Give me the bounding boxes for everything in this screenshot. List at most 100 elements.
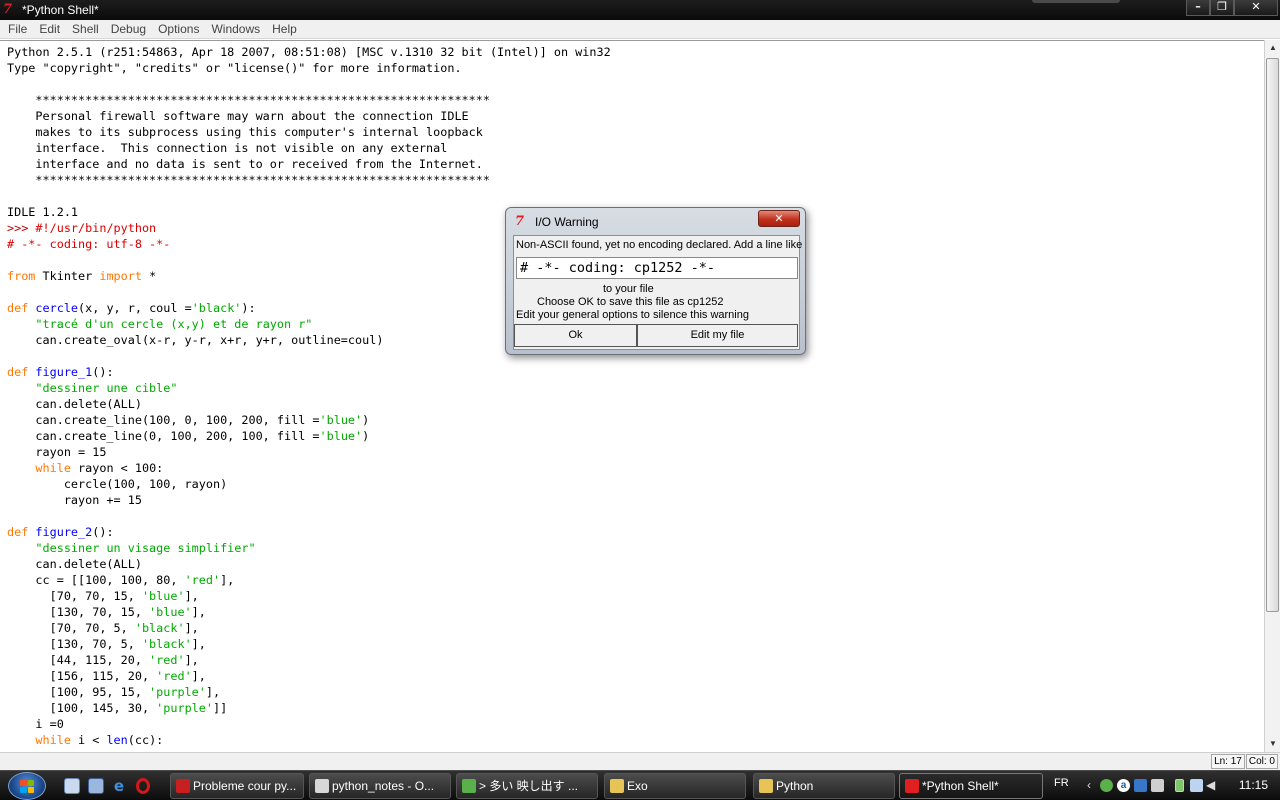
menu-help[interactable]: Help <box>266 20 303 39</box>
shell-line: "dessiner une cible" <box>7 380 611 396</box>
code-token: ], <box>205 685 221 699</box>
code-token: ) <box>362 413 370 427</box>
code-token: ****************************************… <box>7 93 490 107</box>
messenger-tray-icon[interactable] <box>1100 779 1113 792</box>
code-token: Personal firewall software may warn abou… <box>7 109 469 123</box>
shell-line: Type "copyright", "credits" or "license(… <box>7 60 611 76</box>
shell-output: Python 2.5.1 (r251:54863, Apr 18 2007, 0… <box>7 44 611 748</box>
battery-icon[interactable] <box>1175 779 1184 792</box>
code-token: 'black' <box>141 637 192 651</box>
taskbar-button-label: Exo <box>627 779 648 793</box>
opera-icon[interactable] <box>136 778 150 794</box>
taskbar-button[interactable]: *Python Shell* <box>899 773 1043 799</box>
code-token: 'red' <box>184 573 221 587</box>
vertical-scrollbar[interactable]: ▲ ▼ <box>1264 40 1280 752</box>
code-token: ], <box>191 637 206 651</box>
code-token: 'black' <box>134 621 185 635</box>
code-token: ) <box>362 429 370 443</box>
taskbar-button[interactable]: Exo <box>604 773 746 799</box>
taskbar-button-label: > 多い 映し出す ... <box>479 779 579 793</box>
menu-shell[interactable]: Shell <box>66 20 105 39</box>
code-token: 'blue' <box>319 413 363 427</box>
edit-my-file-button[interactable]: Edit my file <box>637 324 798 347</box>
code-token: cercle(100, 100, rayon) <box>7 477 228 491</box>
code-token: 'black' <box>191 301 242 315</box>
minimize-button[interactable]: – <box>1186 0 1210 16</box>
menu-windows[interactable]: Windows <box>205 20 266 39</box>
code-token: can.create_oval(x-r, y-r, x+r, y+r, outl… <box>7 333 384 347</box>
internet-explorer-icon[interactable]: e <box>111 778 127 794</box>
shell-line: interface. This connection is not visibl… <box>7 140 611 156</box>
maximize-button[interactable]: ❐ <box>1210 0 1234 16</box>
code-token: len <box>106 733 128 747</box>
ok-button[interactable]: Ok <box>514 324 637 347</box>
shell-line: [70, 70, 15, 'blue'], <box>7 588 611 604</box>
start-button[interactable] <box>8 772 46 800</box>
window-title-bar[interactable]: 7 *Python Shell* – ❐ ✕ <box>0 0 1280 20</box>
shell-line: cc = [[100, 100, 80, 'red'], <box>7 572 611 588</box>
menu-debug[interactable]: Debug <box>105 20 152 39</box>
code-token: from <box>7 269 36 283</box>
menu-file[interactable]: File <box>2 20 33 39</box>
shell-line: rayon = 15 <box>7 444 611 460</box>
taskbar-button-label: *Python Shell* <box>922 779 999 793</box>
inactive-window-edge <box>1032 0 1120 3</box>
taskbar-button-label: Probleme cour py... <box>193 779 297 793</box>
code-token: (): <box>92 365 114 379</box>
network-activity-icon[interactable] <box>1134 779 1147 792</box>
code-token: cercle <box>35 301 79 315</box>
messenger-icon <box>462 779 476 793</box>
switch-windows-icon[interactable] <box>88 778 104 794</box>
code-token: Python 2.5.1 (r251:54863, Apr 18 2007, 0… <box>7 45 611 59</box>
taskbar: e Probleme cour py... python_notes - O...… <box>0 770 1280 800</box>
code-token: rayon = 15 <box>7 445 107 459</box>
folder-icon <box>759 779 773 793</box>
menu-edit[interactable]: Edit <box>33 20 66 39</box>
code-token: cc = [[100, 100, 80, <box>7 573 185 587</box>
shell-text-area[interactable]: Python 2.5.1 (r251:54863, Apr 18 2007, 0… <box>0 40 1264 752</box>
taskbar-button[interactable]: Python <box>753 773 895 799</box>
shell-line: can.delete(ALL) <box>7 556 611 572</box>
chevron-left-icon[interactable]: ‹ <box>1087 779 1100 792</box>
language-indicator[interactable]: FR <box>1054 777 1069 789</box>
avast-icon[interactable]: a <box>1117 779 1130 792</box>
message-edit-options: Edit your general options to silence thi… <box>516 309 749 321</box>
clock[interactable]: 11:15 <box>1239 778 1268 792</box>
shell-line: Personal firewall software may warn abou… <box>7 108 611 124</box>
shell-line: cercle(100, 100, rayon) <box>7 476 611 492</box>
code-token: Type "copyright", "credits" or "license(… <box>7 61 462 75</box>
code-token: ): <box>241 301 256 315</box>
keyboard-icon[interactable] <box>1151 779 1164 792</box>
scrollbar-thumb[interactable] <box>1266 58 1279 612</box>
code-token: ], <box>220 573 235 587</box>
encoding-line-field[interactable]: # -*- coding: cp1252 -*- <box>516 257 798 279</box>
code-token: 'blue' <box>149 605 192 619</box>
taskbar-button[interactable]: Probleme cour py... <box>170 773 304 799</box>
windows-logo-icon <box>20 780 34 793</box>
shell-line: interface and no data is sent to or rece… <box>7 156 611 172</box>
taskbar-button[interactable]: > 多い 映し出す ... <box>456 773 598 799</box>
scroll-down-arrow-icon[interactable]: ▼ <box>1265 736 1280 752</box>
system-tray: FR ‹ a ◀ 11:15 <box>1040 771 1280 800</box>
code-token: interface and no data is sent to or rece… <box>7 157 483 171</box>
show-desktop-icon[interactable] <box>64 778 80 794</box>
tk-feather-icon: 7 <box>515 214 525 229</box>
menu-options[interactable]: Options <box>152 20 205 39</box>
code-token: [44, 115, 20, <box>7 653 150 667</box>
warning-message: Non-ASCII found, yet no encoding declare… <box>516 239 803 251</box>
close-button[interactable]: ✕ <box>1234 0 1278 16</box>
taskbar-button[interactable]: python_notes - O... <box>309 773 451 799</box>
dialog-close-button[interactable]: ✕ <box>758 210 800 227</box>
network-icon[interactable] <box>1190 779 1203 792</box>
volume-icon[interactable]: ◀ <box>1206 779 1219 792</box>
code-token: import <box>99 269 142 283</box>
message-choose-ok: Choose OK to save this file as cp1252 <box>537 296 724 308</box>
code-token: IDLE 1.2.1 <box>7 205 79 219</box>
scroll-up-arrow-icon[interactable]: ▲ <box>1265 40 1280 56</box>
shell-line: [156, 115, 20, 'red'], <box>7 668 611 684</box>
code-token: interface. This connection is not visibl… <box>7 141 448 155</box>
